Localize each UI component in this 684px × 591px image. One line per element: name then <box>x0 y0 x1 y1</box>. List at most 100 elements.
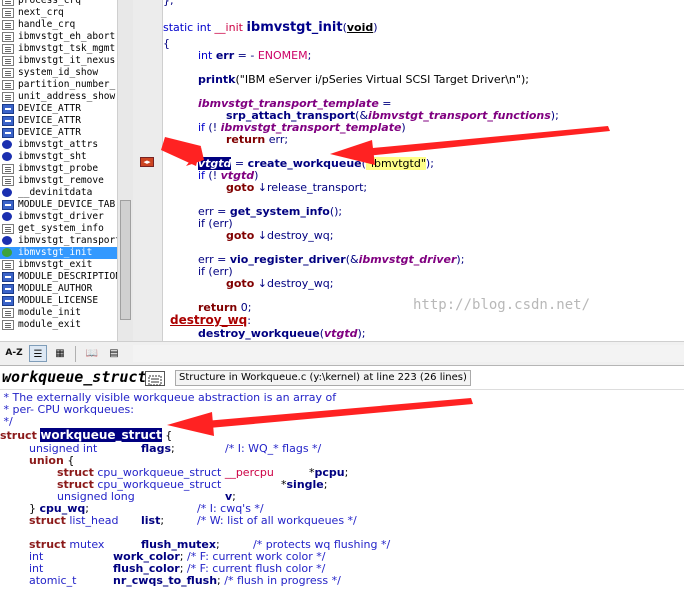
properties-icon[interactable]: ▤ <box>105 345 123 362</box>
page-icon <box>2 20 14 30</box>
define-icon <box>2 296 14 306</box>
symbol-list-item[interactable]: DEVICE_ATTR <box>0 127 117 139</box>
symbol-list-item[interactable]: ibmvstgt_sht <box>0 151 117 163</box>
symbol-label: handle_crq <box>18 19 76 30</box>
page-icon <box>2 224 14 234</box>
symbol-list-item[interactable]: ibmvstgt_transport <box>0 235 117 247</box>
symbol-list-item[interactable]: ibmvstgt_attrs <box>0 139 117 151</box>
symbol-list-item[interactable]: MODULE_AUTHOR <box>0 283 117 295</box>
page-icon <box>2 176 14 186</box>
page-icon <box>2 32 14 42</box>
symbol-list-item[interactable]: ibmvstgt_eh_abort <box>0 31 117 43</box>
define-icon <box>2 284 14 294</box>
symbol-list-item[interactable]: ibmvstgt_probe <box>0 163 117 175</box>
symbol-toolbar: A-Z ☰ ▦ 📖 ▤ <box>0 341 684 366</box>
symbol-label: ibmvstgt_exit <box>18 259 93 270</box>
define-icon <box>2 116 14 126</box>
symbol-list-item[interactable]: system_id_show <box>0 67 117 79</box>
page-icon <box>2 44 14 54</box>
symbol-list-item[interactable]: get_system_info <box>0 223 117 235</box>
page-icon <box>2 260 14 270</box>
symbol-list-item[interactable]: next_crq <box>0 7 117 19</box>
struct-icon[interactable] <box>145 371 165 386</box>
code-line: goto ↓destroy_wq; <box>226 277 334 290</box>
symbol-label: ibmvstgt_remove <box>18 175 104 186</box>
sort-az-button[interactable]: A-Z <box>3 345 25 362</box>
symbol-label: ibmvstgt_sht <box>18 151 87 162</box>
struct-name-highlight: workqueue_struct <box>40 428 162 442</box>
code-editor[interactable]: }; static int __init ibmvstgt_init(void)… <box>163 0 684 341</box>
define-icon <box>2 104 14 114</box>
symbol-label: ibmvstgt_it_nexus <box>18 55 116 66</box>
symbol-list[interactable]: process_crq next_crq handle_crq ibmvstgt_eh… <box>0 0 117 341</box>
symbol-list-item[interactable]: partition_number_ <box>0 79 117 91</box>
page-icon <box>2 0 14 6</box>
symbol-label: system_id_show <box>18 67 99 78</box>
function-icon <box>2 236 12 245</box>
struct-field: list; <box>141 514 165 527</box>
page-icon <box>2 68 14 78</box>
symbol-label: MODULE_DESCRIPTION <box>18 271 117 282</box>
bookmark-marker-icon[interactable]: ◂▸ <box>140 157 154 167</box>
symbol-label: process_crq <box>18 0 81 6</box>
symbol-list-item[interactable]: DEVICE_ATTR <box>0 103 117 115</box>
context-location-info: Structure in Workqueue.c (y:\kernel) at … <box>175 370 471 386</box>
symbol-list-scrollbar[interactable] <box>117 0 133 341</box>
symbol-list-item[interactable]: MODULE_DEVICE_TAB <box>0 199 117 211</box>
symbol-list-item[interactable]: __devinitdata <box>0 187 117 199</box>
scrollbar-thumb[interactable] <box>120 200 131 320</box>
symbol-label: DEVICE_ATTR <box>18 103 81 114</box>
symbol-list-item[interactable]: handle_crq <box>0 19 117 31</box>
symbol-list-item[interactable]: module_exit <box>0 319 117 331</box>
symbol-list-item[interactable]: unit_address_show <box>0 91 117 103</box>
symbol-list-item[interactable]: ibmvstgt_it_nexus <box>0 55 117 67</box>
code-line: printk("IBM eServer i/pSeries Virtual SC… <box>198 73 529 86</box>
context-code-view[interactable]: * The externally visible workqueue abstr… <box>0 390 684 591</box>
symbol-list-item[interactable]: ibmvstgt_driver <box>0 211 117 223</box>
page-icon <box>2 320 14 330</box>
symbol-list-item[interactable]: ibmvstgt_init <box>0 247 117 259</box>
struct-field: flags; <box>141 442 175 455</box>
struct-declaration: struct workqueue_struct { <box>0 428 173 442</box>
code-line: { <box>163 37 170 50</box>
page-icon <box>2 92 14 102</box>
book-icon[interactable]: 📖 <box>83 345 101 362</box>
symbol-label: DEVICE_ATTR <box>18 127 81 138</box>
symbol-list-item[interactable]: MODULE_LICENSE <box>0 295 117 307</box>
context-symbol-name: workqueue_struct <box>2 368 147 386</box>
page-icon <box>2 308 14 318</box>
code-line: }; <box>163 0 174 7</box>
page-icon <box>2 8 14 18</box>
symbol-label: ibmvstgt_driver <box>18 211 104 222</box>
watermark: http://blog.csdn.net/ <box>413 297 591 313</box>
code-line: destroy_workqueue(vtgtd); <box>198 327 366 340</box>
symbol-list-item[interactable]: ibmvstgt_tsk_mgmt <box>0 43 117 55</box>
selected-function-icon <box>2 248 12 257</box>
symbol-list-item[interactable]: ibmvstgt_remove <box>0 175 117 187</box>
context-window-header: workqueue_struct Structure in Workqueue.… <box>0 366 684 390</box>
define-icon <box>2 128 14 138</box>
struct-field: struct list_head <box>29 514 119 527</box>
struct-field-comment: /* I: WQ_* flags */ <box>225 442 322 455</box>
symbol-list-item[interactable]: DEVICE_ATTR <box>0 115 117 127</box>
symbol-label: ibmvstgt_tsk_mgmt <box>18 43 116 54</box>
category-view-icon[interactable]: ▦ <box>51 345 69 362</box>
define-icon <box>2 200 14 210</box>
symbol-list-item[interactable]: ibmvstgt_exit <box>0 259 117 271</box>
editor-gutter: ◂▸ <box>133 0 163 341</box>
symbol-label: MODULE_LICENSE <box>18 295 99 306</box>
comment-line: * per- CPU workqueues: <box>0 403 134 416</box>
struct-field: atomic_t <box>29 574 77 587</box>
symbol-label: ibmvstgt_eh_abort <box>18 31 116 42</box>
symbol-list-item[interactable]: MODULE_DESCRIPTION <box>0 271 117 283</box>
symbol-label: DEVICE_ATTR <box>18 115 81 126</box>
function-signature: static int __init ibmvstgt_init(void) <box>163 20 378 35</box>
symbol-list-item[interactable]: module_init <box>0 307 117 319</box>
list-view-icon[interactable]: ☰ <box>29 345 47 362</box>
code-line: goto ↓release_transport; <box>226 181 368 194</box>
symbol-label: MODULE_AUTHOR <box>18 283 93 294</box>
symbol-list-item[interactable]: process_crq <box>0 0 117 7</box>
symbol-label: partition_number_ <box>18 79 116 90</box>
horizontal-scrollbar[interactable] <box>133 345 684 362</box>
struct-field: *single; <box>281 478 328 491</box>
